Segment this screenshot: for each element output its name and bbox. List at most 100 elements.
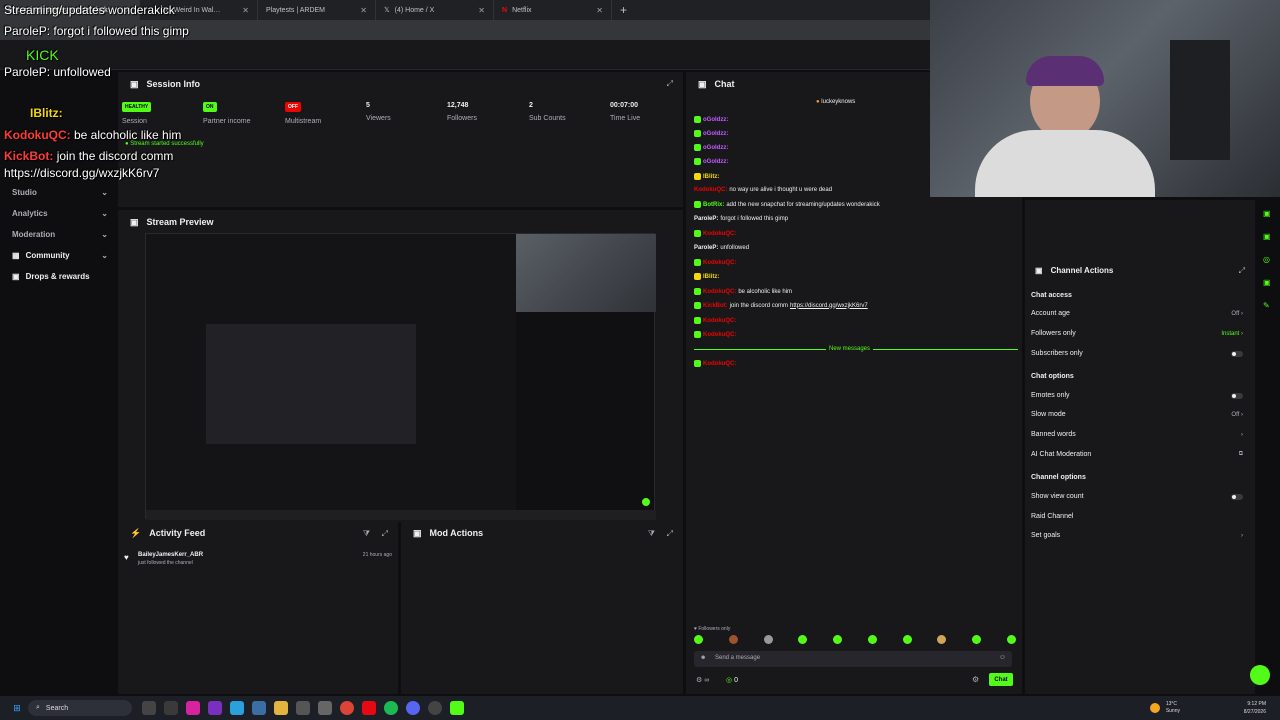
discord-icon[interactable] (406, 701, 420, 715)
emote-icon[interactable] (833, 635, 843, 644)
chat-user[interactable]: oGoldzz: (703, 145, 728, 151)
new-tab-icon[interactable]: + (620, 3, 627, 17)
app-icon[interactable] (318, 701, 332, 715)
set-goals-row[interactable]: Set goals › (1031, 532, 1243, 539)
ai-moderation-row[interactable]: AI Chat Moderation ⧉ (1031, 451, 1243, 458)
emote-icon[interactable] (1006, 635, 1016, 644)
chat-message[interactable]: ParoleP: forgot i followed this gimp (694, 216, 788, 222)
new-messages-label[interactable]: New messages (826, 346, 874, 352)
gear-icon[interactable]: ⚙ (972, 675, 979, 684)
raid-channel-row[interactable]: Raid Channel (1031, 513, 1243, 520)
close-icon[interactable]: ✕ (596, 6, 603, 15)
chat-settings-icon[interactable]: ⚙ ∞ (696, 676, 709, 684)
toggle-switch[interactable] (1231, 493, 1243, 500)
app-icon[interactable] (164, 701, 178, 715)
chat-message[interactable]: oGoldzz: (694, 144, 728, 151)
popout-icon[interactable]: ⤢ (667, 529, 673, 539)
chat-link[interactable]: https://discord.gg/wxzjkK6rv7 (790, 303, 868, 309)
points-display[interactable]: ◎ 0 (726, 676, 738, 684)
instagram-icon[interactable] (186, 701, 200, 715)
chat-user[interactable]: KodokuQC: (703, 361, 736, 367)
chat-input[interactable]: ☻ Send a message ☺ (694, 651, 1012, 667)
windows-start-icon[interactable]: ⊞ (10, 701, 24, 715)
chat-message[interactable]: KodokuQC: (694, 259, 736, 266)
chat-user[interactable]: KodokuQC: (703, 318, 736, 324)
chat-message[interactable]: IBlitz: (694, 273, 719, 280)
browser-tab[interactable]: 𝕏 (4) Home / X ✕ (376, 0, 494, 20)
sidebar-item-drops[interactable]: ▣ Drops & rewards (0, 266, 118, 287)
filter-icon[interactable]: ⧩ (363, 529, 370, 539)
app-icon[interactable] (362, 701, 376, 715)
activity-user[interactable]: BaileyJamesKerr_ABR (138, 552, 392, 558)
chat-message[interactable]: KodokuQC: (694, 360, 736, 367)
chat-user[interactable]: oGoldzz: (703, 117, 728, 123)
stream-preview-video[interactable] (145, 233, 656, 520)
chat-user[interactable]: ParoleP: (694, 245, 718, 251)
sidebar-item-community[interactable]: ▦ Community ⌄ (0, 245, 118, 266)
app-icon[interactable] (208, 701, 222, 715)
help-icon[interactable] (1250, 665, 1270, 685)
chat-message[interactable]: KickBot: join the discord comm https://dis… (694, 302, 868, 309)
chat-message[interactable]: IBlitz: (694, 173, 719, 180)
show-view-count-row[interactable]: Show view count (1031, 493, 1243, 500)
chat-message[interactable]: oGoldzz: (694, 130, 728, 137)
emoji-icon[interactable]: ☻ (700, 655, 706, 661)
popout-icon[interactable]: ⤢ (1239, 266, 1245, 276)
account-age-row[interactable]: Account age Off › (1031, 310, 1243, 317)
close-icon[interactable]: ✕ (242, 6, 249, 15)
chat-message[interactable]: oGoldzz: (694, 158, 728, 165)
chat-user[interactable]: KodokuQC: (703, 231, 736, 237)
sidebar-item-moderation[interactable]: Moderation ⌄ (0, 224, 118, 245)
emotes-only-row[interactable]: Emotes only (1031, 392, 1243, 399)
slow-mode-row[interactable]: Slow mode Off › (1031, 411, 1243, 418)
kick-icon[interactable] (450, 701, 464, 715)
chat-message[interactable]: oGoldzz: (694, 116, 728, 123)
popout-icon[interactable]: ⤢ (667, 79, 673, 89)
send-chat-button[interactable]: Chat (989, 673, 1013, 686)
telegram-icon[interactable] (230, 701, 244, 715)
emote-icon[interactable] (798, 635, 808, 644)
sidebar-item-studio[interactable]: Studio ⌄ (0, 182, 118, 203)
rail-icon[interactable]: ✎ (1263, 301, 1273, 310)
chat-user[interactable]: KodokuQC: (703, 289, 736, 295)
rail-icon[interactable]: ◎ (1263, 255, 1273, 264)
chat-user[interactable]: oGoldzz: (703, 159, 728, 165)
toggle-switch[interactable] (1231, 392, 1243, 399)
chat-user[interactable]: BotRix: (703, 202, 724, 208)
emote-icon[interactable] (763, 635, 773, 644)
close-icon[interactable]: ✕ (360, 6, 367, 15)
followers-only-row[interactable]: Followers only Instant › (1031, 330, 1243, 337)
chat-user[interactable]: ParoleP: (694, 216, 718, 222)
app-icon[interactable] (296, 701, 310, 715)
chat-message[interactable]: BotRix: add the new snapchat for streamin… (694, 201, 880, 208)
app-icon[interactable] (252, 701, 266, 715)
chat-message[interactable]: KodokuQC: (694, 317, 736, 324)
spotify-icon[interactable] (384, 701, 398, 715)
smiley-icon[interactable]: ☺ (999, 654, 1006, 661)
rail-icon[interactable]: ▣ (1263, 232, 1273, 241)
chat-user[interactable]: KickBot: (703, 303, 728, 309)
emote-icon[interactable] (867, 635, 877, 644)
popout-icon[interactable]: ⤢ (382, 529, 388, 539)
chat-user[interactable]: oGoldzz: (703, 131, 728, 137)
task-view-icon[interactable] (142, 701, 156, 715)
emote-icon[interactable] (937, 635, 947, 644)
folder-icon[interactable] (274, 701, 288, 715)
rail-icon[interactable]: ▣ (1263, 209, 1273, 218)
chat-user[interactable]: IBlitz: (703, 174, 719, 180)
chat-user[interactable]: KodokuQC: (694, 187, 727, 193)
chat-message[interactable]: KodokuQC: be alcoholic like him (694, 288, 792, 295)
banned-words-row[interactable]: Banned words › (1031, 431, 1243, 438)
obs-icon[interactable] (428, 701, 442, 715)
taskbar-clock[interactable]: 9:12 PM 8/27/2026 (1244, 700, 1266, 716)
rail-icon[interactable]: ▣ (1263, 278, 1273, 287)
chat-message[interactable]: KodokuQC: no way ure alive i thought u we… (694, 187, 832, 193)
chat-message[interactable]: KodokuQC: (694, 331, 736, 338)
emote-icon[interactable] (728, 635, 738, 644)
chrome-icon[interactable] (340, 701, 354, 715)
emote-icon[interactable] (972, 635, 982, 644)
filter-icon[interactable]: ⧩ (648, 529, 655, 539)
sidebar-item-analytics[interactable]: Analytics ⌄ (0, 203, 118, 224)
chat-message[interactable]: KodokuQC: (694, 230, 736, 237)
chat-user[interactable]: KodokuQC: (703, 260, 736, 266)
